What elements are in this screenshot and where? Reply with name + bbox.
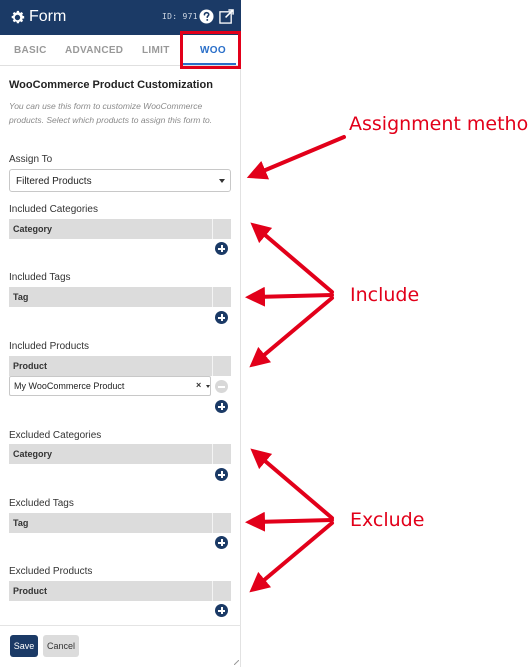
annotation-assignment-method: Assignment method <box>349 113 528 135</box>
annotation-exclude: Exclude <box>350 509 425 531</box>
arrow-include-categories <box>250 222 334 294</box>
arrow-exclude-tags <box>245 511 334 532</box>
annotation-include: Include <box>350 284 420 306</box>
arrow-include-tags <box>245 286 334 307</box>
arrow-exclude-products <box>249 521 334 593</box>
arrow-exclude-categories <box>250 448 334 520</box>
annotation-arrows <box>245 135 346 593</box>
arrow-assignment <box>246 135 346 180</box>
arrow-include-products <box>249 296 334 368</box>
